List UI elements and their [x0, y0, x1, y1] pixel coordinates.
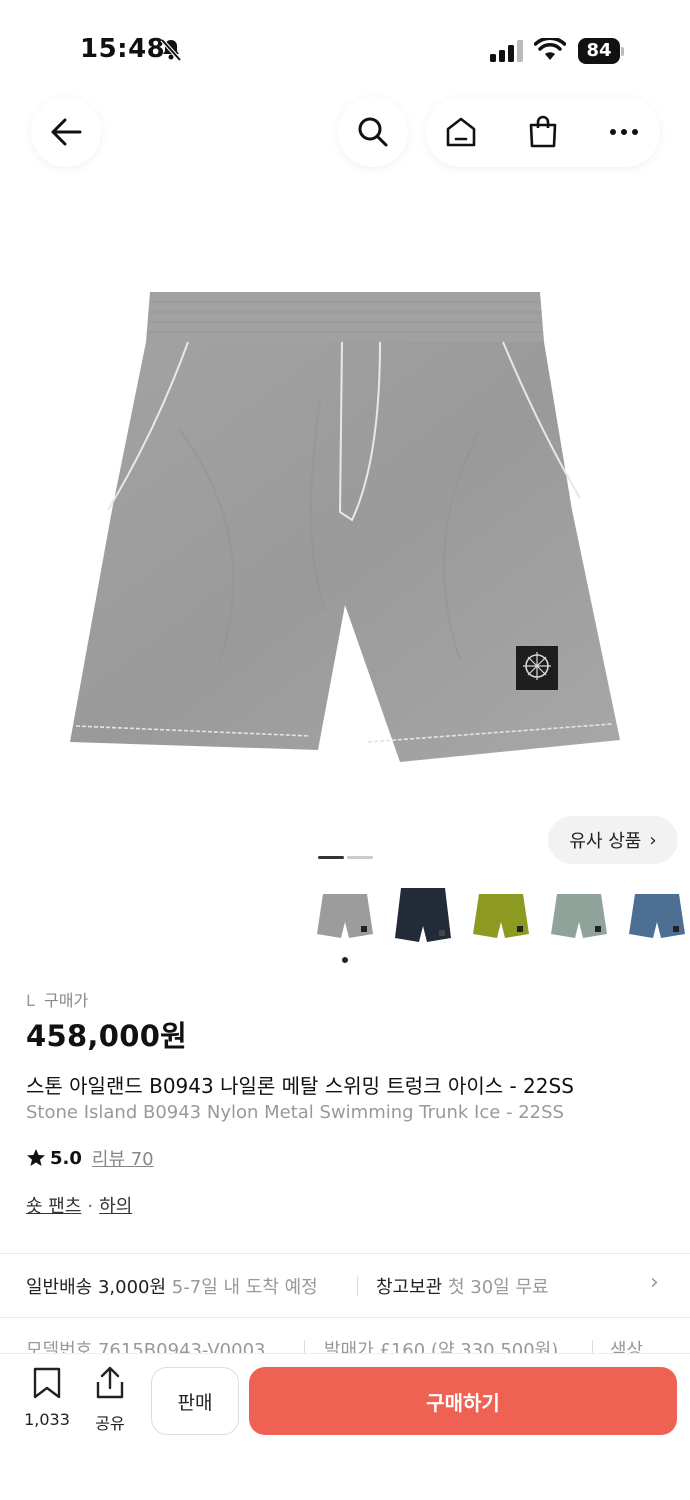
bookmark-icon [33, 1367, 61, 1399]
size-price-label: L 구매가 [26, 987, 88, 1011]
category-separator: · [87, 1196, 94, 1217]
status-time: 15:48 [80, 34, 166, 64]
more-button[interactable] [604, 112, 644, 152]
share-icon [96, 1366, 124, 1399]
nav-action-group [426, 97, 660, 167]
home-button[interactable] [441, 112, 481, 152]
price-type-label: 구매가 [44, 991, 89, 1010]
search-icon [358, 117, 388, 147]
similar-products-label: 유사 상품 [569, 831, 642, 852]
release-price: 발매가 £160 (약 330,500원) [324, 1340, 559, 1354]
color-thumbnail-sage[interactable] [547, 884, 611, 948]
color-thumbnail-blue[interactable] [625, 884, 689, 948]
product-title-korean: 스톤 아일랜드 B0943 나일론 메탈 스위밍 트렁크 아이스 - 22SS [26, 1074, 574, 1098]
thumbnail-selected-dot [342, 957, 348, 963]
image-indicator-active [318, 856, 344, 859]
shopping-bag-icon [529, 115, 557, 148]
vertical-divider [592, 1340, 593, 1354]
share-label: 공유 [95, 1414, 125, 1433]
sell-button[interactable]: 판매 [151, 1367, 239, 1435]
home-icon [446, 117, 476, 147]
shipping-label: 일반배송 3,000원 [26, 1277, 167, 1298]
review-link[interactable]: 리뷰 70 [92, 1145, 154, 1171]
storage-label: 창고보관 [376, 1277, 443, 1298]
share-button[interactable]: 공유 [82, 1366, 138, 1436]
chevron-right-icon: › [650, 1270, 659, 1295]
vertical-divider [357, 1276, 358, 1296]
category-link-bottoms[interactable]: 하의 [99, 1196, 132, 1217]
divider [0, 1317, 690, 1318]
color-thumbnail-navy[interactable] [391, 884, 455, 948]
storage-info: 창고보관 첫 30일 무료 [376, 1273, 549, 1299]
size-label: L [26, 991, 35, 1010]
similar-products-button[interactable]: 유사 상품 › [548, 816, 678, 864]
shipping-eta: 5-7일 내 도착 예정 [171, 1277, 318, 1298]
storage-detail: 첫 30일 무료 [447, 1277, 549, 1298]
product-title-english: Stone Island B0943 Nylon Metal Swimming … [26, 1102, 564, 1123]
chevron-right-icon: › [649, 829, 657, 851]
category-breadcrumb: 숏 팬츠 · 하의 [26, 1192, 132, 1218]
delivery-info-row[interactable]: 일반배송 3,000원 5-7일 내 도착 예정 창고보관 첫 30일 무료 › [0, 1254, 690, 1316]
price: 458,000원 [26, 1019, 188, 1053]
more-horizontal-icon [610, 129, 638, 135]
save-count: 1,033 [24, 1410, 70, 1429]
color-thumbnail-ice[interactable] [313, 884, 377, 948]
arrow-left-icon [51, 118, 82, 146]
color-thumbnail-olive[interactable] [469, 884, 533, 948]
star-icon [27, 1149, 45, 1166]
cellular-signal-icon [490, 40, 524, 62]
category-link-shorts[interactable]: 숏 팬츠 [26, 1196, 81, 1217]
shipping-info: 일반배송 3,000원 5-7일 내 도착 예정 [26, 1273, 318, 1299]
back-button[interactable] [31, 97, 101, 167]
battery-cap [621, 47, 624, 56]
battery-level: 84 [578, 38, 620, 64]
wifi-icon [533, 36, 567, 66]
cart-button[interactable] [523, 112, 563, 152]
bottom-action-bar: 1,033 공유 판매 구매하기 [0, 1353, 690, 1500]
bell-muted-icon [160, 38, 182, 66]
save-button[interactable]: 1,033 [19, 1366, 75, 1436]
model-number: 모델번호 7615B0943-V0003 [26, 1340, 266, 1354]
rating-score: 5.0 [50, 1147, 82, 1169]
product-image[interactable] [60, 280, 630, 770]
image-indicator-inactive [347, 856, 373, 859]
color-label: 색상 [610, 1340, 644, 1354]
vertical-divider [304, 1340, 305, 1354]
search-button[interactable] [338, 97, 408, 167]
status-bar: 15:48 84 [0, 0, 690, 100]
battery-indicator: 84 [578, 38, 624, 64]
product-detail-row: 모델번호 7615B0943-V0003 발매가 £160 (약 330,500… [0, 1326, 690, 1354]
buy-button[interactable]: 구매하기 [249, 1367, 677, 1435]
rating-row: 5.0 리뷰 70 [26, 1145, 154, 1171]
